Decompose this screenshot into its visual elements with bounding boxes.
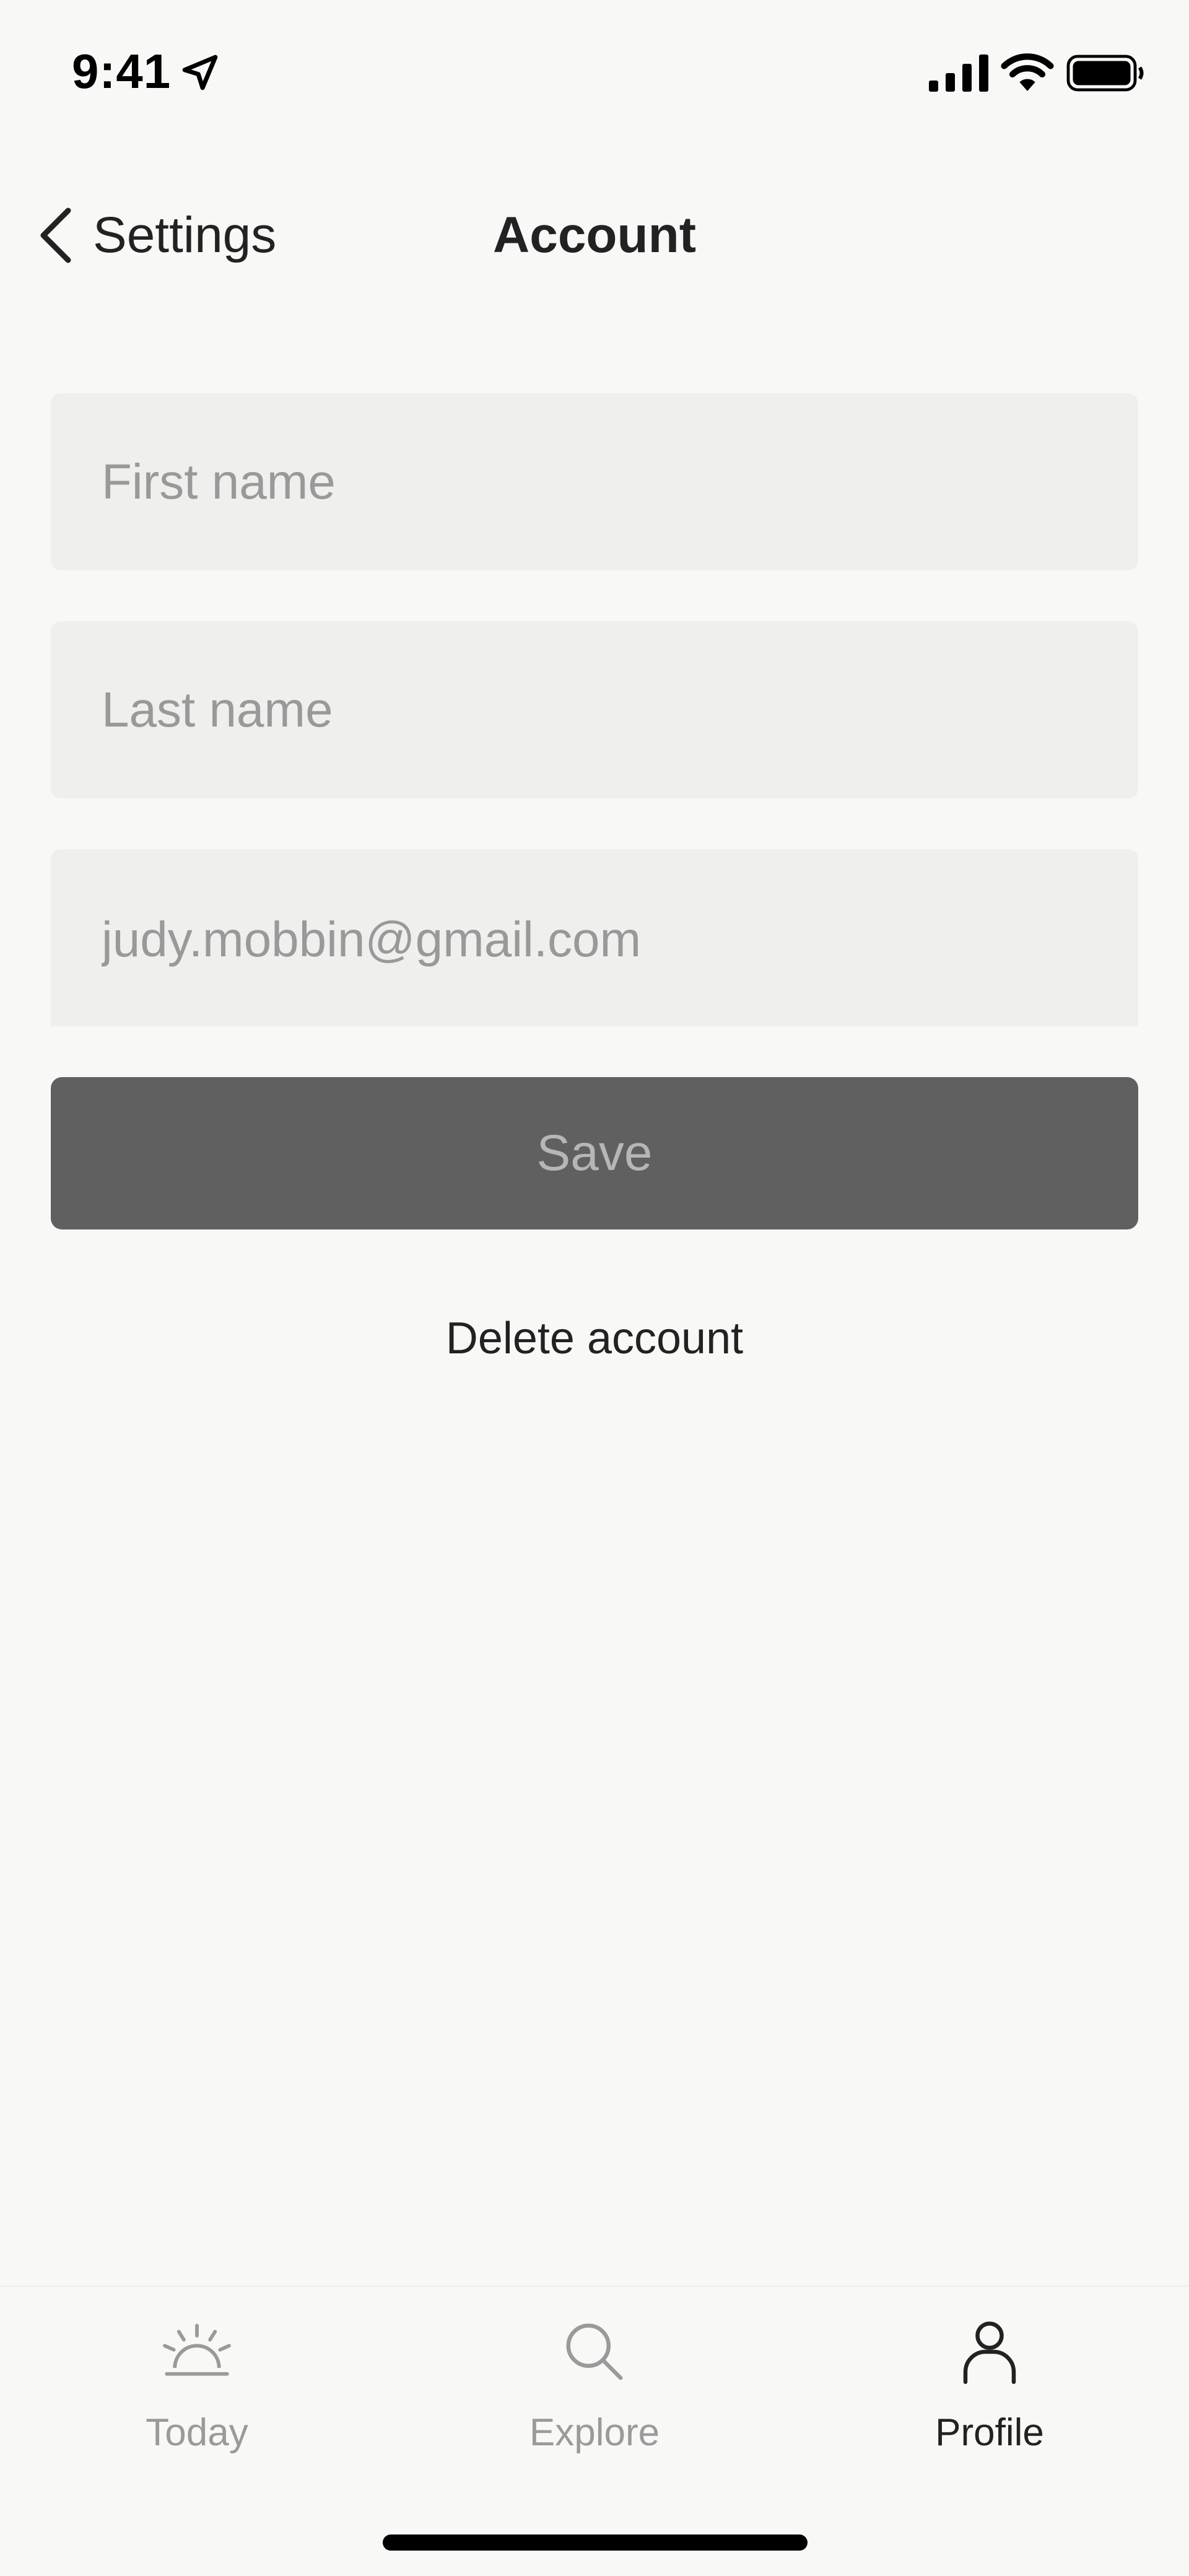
battery-icon: [1066, 55, 1144, 92]
sunrise-icon: [163, 2323, 231, 2376]
email-input[interactable]: [102, 911, 1087, 968]
navigation-bar: Settings Account: [0, 161, 1189, 297]
first-name-field[interactable]: [51, 393, 1138, 570]
account-form: Save: [51, 393, 1138, 1229]
wifi-icon: [1001, 53, 1054, 91]
person-icon: [963, 2321, 1016, 2384]
back-label: Settings: [93, 207, 277, 263]
tab-label-today: Today: [146, 2411, 248, 2454]
first-name-input[interactable]: [102, 453, 1087, 510]
last-name-field[interactable]: [51, 621, 1138, 798]
tab-bar: Today Explore Profile: [0, 2286, 1189, 2576]
search-icon: [566, 2323, 623, 2380]
email-field[interactable]: [51, 849, 1138, 1026]
chevron-left-icon: [40, 207, 71, 263]
last-name-input[interactable]: [102, 681, 1087, 738]
delete-account-button[interactable]: Delete account: [0, 1313, 1189, 1364]
status-bar: 9:41: [0, 0, 1189, 142]
tab-label-explore: Explore: [529, 2411, 660, 2454]
tab-today[interactable]: Today: [73, 2312, 321, 2473]
tab-label-profile: Profile: [935, 2411, 1044, 2454]
save-button[interactable]: Save: [51, 1077, 1138, 1229]
back-button[interactable]: Settings: [37, 198, 276, 273]
home-indicator: [383, 2535, 808, 2551]
location-arrow-icon: [182, 55, 218, 90]
tab-profile[interactable]: Profile: [866, 2312, 1113, 2473]
cellular-signal-icon: [929, 55, 988, 92]
tab-explore[interactable]: Explore: [471, 2312, 718, 2473]
status-time: 9:41: [72, 44, 172, 98]
